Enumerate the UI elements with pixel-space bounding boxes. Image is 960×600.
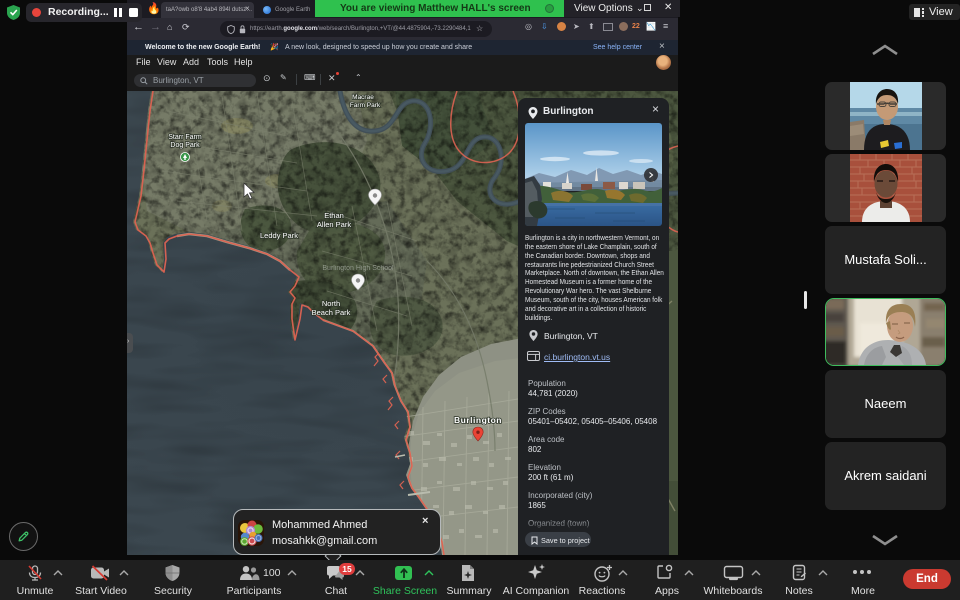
svg-text:Leddy Park: Leddy Park — [260, 231, 298, 240]
svg-text:North: North — [322, 299, 340, 308]
svg-text:Starr Farm: Starr Farm — [168, 134, 202, 141]
svg-text:Macrae: Macrae — [352, 94, 374, 101]
svg-text:Farm Park: Farm Park — [350, 102, 381, 109]
svg-text:Beach Park: Beach Park — [312, 308, 351, 317]
svg-text:Allen Park: Allen Park — [317, 220, 351, 229]
svg-text:Dog Park: Dog Park — [170, 142, 200, 149]
svg-text:Burlington: Burlington — [454, 415, 502, 425]
svg-text:Burlington High School: Burlington High School — [322, 265, 394, 272]
svg-text:Ethan: Ethan — [324, 211, 344, 220]
